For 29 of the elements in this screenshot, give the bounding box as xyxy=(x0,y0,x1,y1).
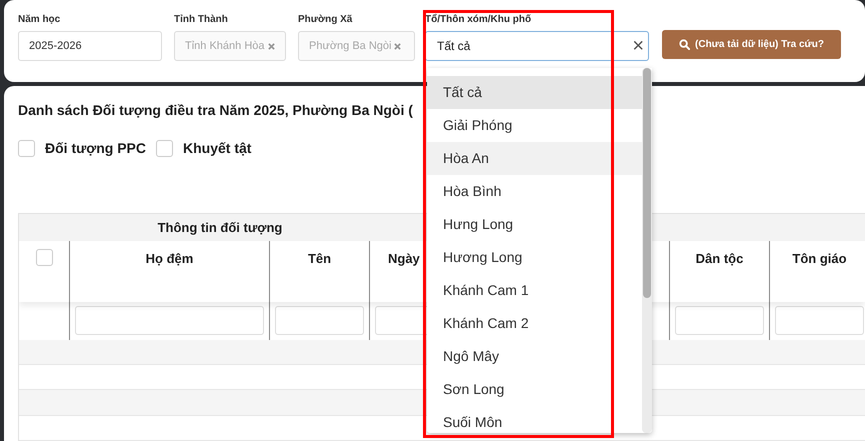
column-header: Dân tộc xyxy=(696,250,744,268)
column-header: Tên xyxy=(308,250,332,268)
filter-input[interactable] xyxy=(675,306,764,336)
column-header: Tôn giáo xyxy=(792,250,847,268)
column-header: Họ đệm xyxy=(146,250,194,268)
input-field[interactable]: 2025-2026 xyxy=(18,31,162,61)
field-label: Tổ/Thôn xóm/Khu phố xyxy=(425,14,532,26)
checkbox-label: Đối tượng PPC xyxy=(45,139,146,158)
column-header: Ngày xyxy=(388,250,420,268)
field-label: Tỉnh Thành xyxy=(174,14,229,26)
field-label: Phường Xã xyxy=(298,14,354,26)
checkbox[interactable] xyxy=(36,249,52,266)
field-label: Năm học xyxy=(18,14,62,26)
list-title: Danh sách Đối tượng điều tra Năm 2025, Phường Ba Ngòi ( xyxy=(18,101,414,120)
checkbox[interactable] xyxy=(156,140,173,157)
filter-input[interactable] xyxy=(75,306,264,336)
search-icon xyxy=(679,39,690,50)
dropdown-option[interactable]: Tất cả xyxy=(427,76,642,109)
filter-input[interactable] xyxy=(775,306,864,336)
scrollbar[interactable] xyxy=(642,68,652,433)
group-header: Thông tin đối tượng xyxy=(156,218,284,237)
dropdown-option[interactable]: Suối Môn xyxy=(427,406,642,433)
checkbox-label: Khuyết tật xyxy=(182,139,252,158)
dropdown-option[interactable]: Hòa An xyxy=(427,142,642,175)
select-field[interactable]: Tất cả × xyxy=(425,31,649,61)
search-button[interactable]: (Chưa tải dữ liệu) Tra cứu? xyxy=(662,30,841,59)
clear-icon[interactable]: × xyxy=(632,36,644,56)
checkbox[interactable] xyxy=(18,140,35,157)
filter-input[interactable] xyxy=(275,306,364,336)
